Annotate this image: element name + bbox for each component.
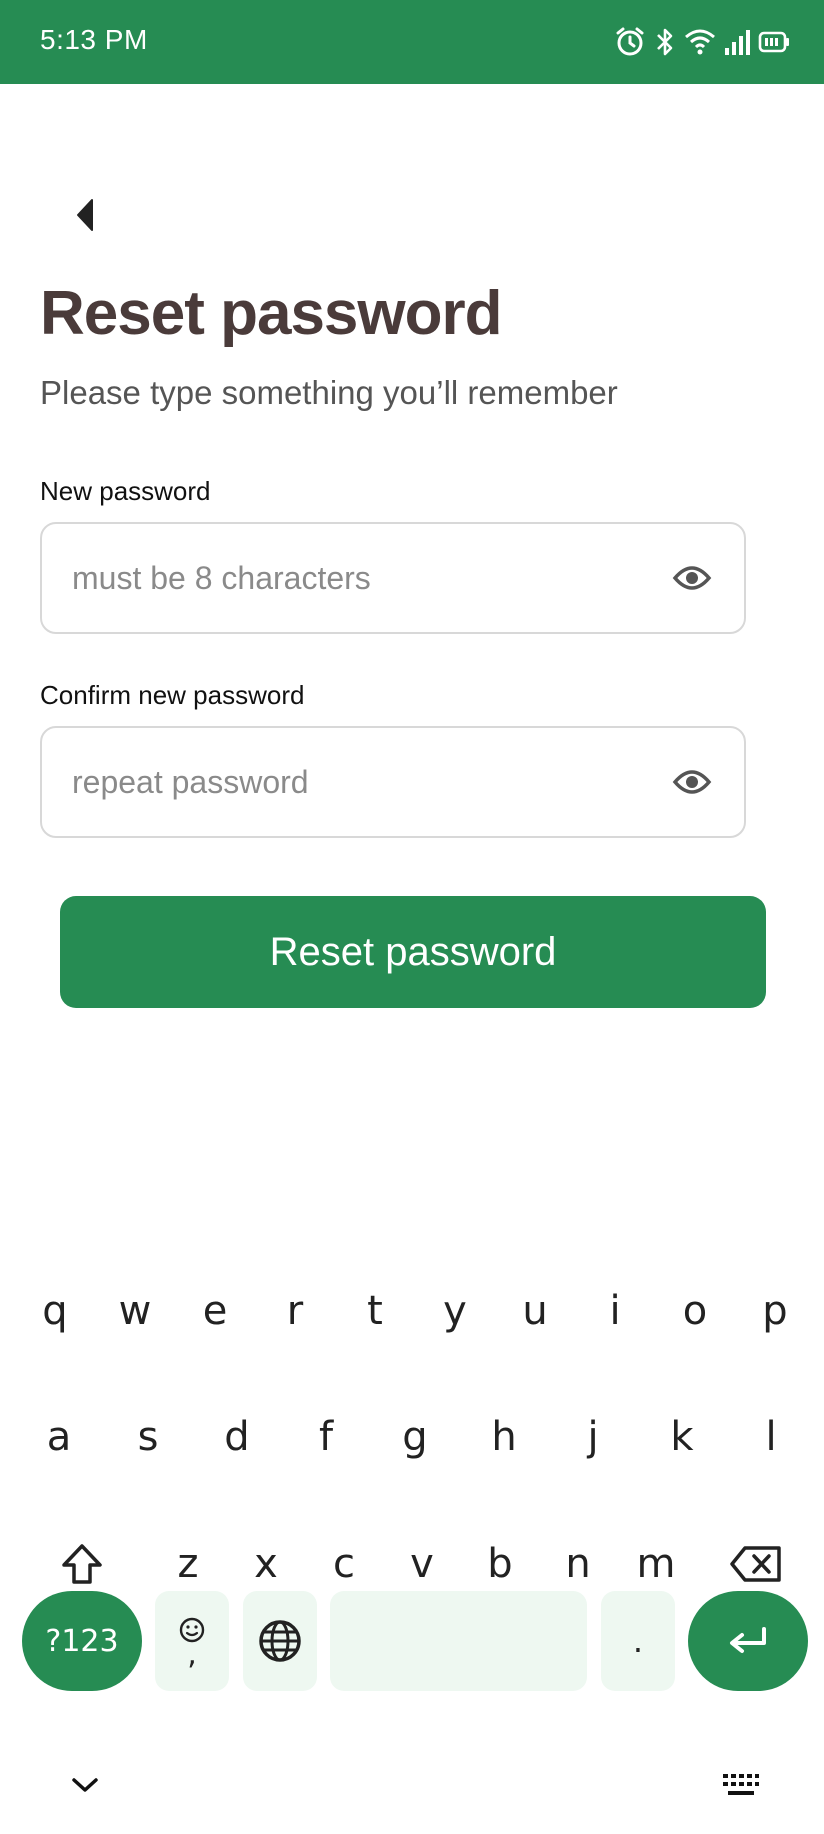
key-l[interactable]: l xyxy=(731,1387,811,1487)
key-j[interactable]: j xyxy=(553,1387,633,1487)
confirm-password-label: Confirm new password xyxy=(40,680,305,710)
keyboard-switch-button[interactable] xyxy=(716,1760,766,1810)
backspace-icon xyxy=(730,1546,781,1582)
battery-icon xyxy=(758,31,789,53)
symbols-key-label: ?123 xyxy=(45,1623,119,1659)
soft-keyboard: q w e r t y u i o p a s d f g h j k l z … xyxy=(0,1200,824,1834)
shift-icon xyxy=(62,1544,102,1584)
reset-password-button[interactable]: Reset password xyxy=(60,896,766,1008)
key-i[interactable]: i xyxy=(575,1261,655,1361)
enter-icon xyxy=(730,1627,766,1653)
status-time: 5:13 PM xyxy=(40,24,148,55)
eye-icon xyxy=(672,566,712,590)
show-confirm-password-toggle[interactable] xyxy=(672,764,712,800)
key-a[interactable]: a xyxy=(19,1387,99,1487)
key-u[interactable]: u xyxy=(495,1261,575,1361)
symbols-key[interactable]: ?123 xyxy=(22,1591,142,1691)
globe-icon xyxy=(259,1620,301,1662)
page-title: Reset password xyxy=(40,279,503,348)
key-r[interactable]: r xyxy=(255,1261,335,1361)
eye-icon xyxy=(672,770,712,794)
bluetooth-icon xyxy=(657,28,673,56)
key-h[interactable]: h xyxy=(464,1387,544,1487)
page-subtitle: Please type something you’ll remember xyxy=(40,374,618,411)
keyboard-switch-icon xyxy=(723,1774,759,1795)
period-label: . xyxy=(632,1622,644,1660)
key-g[interactable]: g xyxy=(375,1387,455,1487)
key-q[interactable]: q xyxy=(15,1261,95,1361)
key-s[interactable]: s xyxy=(108,1387,188,1487)
collapse-keyboard-button[interactable] xyxy=(60,1760,110,1810)
new-password-input[interactable] xyxy=(72,524,642,632)
show-new-password-toggle[interactable] xyxy=(672,560,712,596)
alarm-icon xyxy=(616,27,644,56)
wifi-icon xyxy=(685,29,715,55)
key-f[interactable]: f xyxy=(286,1387,366,1487)
enter-key[interactable] xyxy=(688,1591,808,1691)
back-arrow-icon xyxy=(77,199,93,231)
comma-label: , xyxy=(187,1637,197,1672)
key-t[interactable]: t xyxy=(335,1261,415,1361)
confirm-password-input[interactable] xyxy=(72,728,642,836)
key-w[interactable]: w xyxy=(95,1261,175,1361)
signal-icon xyxy=(725,30,750,55)
language-key[interactable] xyxy=(243,1591,317,1691)
status-icons xyxy=(614,24,790,60)
key-o[interactable]: o xyxy=(655,1261,735,1361)
status-bar: 5:13 PM xyxy=(0,0,824,84)
key-y[interactable]: y xyxy=(415,1261,495,1361)
key-d[interactable]: d xyxy=(197,1387,277,1487)
space-key[interactable] xyxy=(330,1591,587,1691)
back-button[interactable] xyxy=(60,190,110,240)
key-k[interactable]: k xyxy=(642,1387,722,1487)
new-password-field[interactable] xyxy=(40,522,746,634)
new-password-label: New password xyxy=(40,476,211,506)
key-p[interactable]: p xyxy=(735,1261,815,1361)
collapse-keyboard-icon xyxy=(72,1778,98,1792)
confirm-password-field[interactable] xyxy=(40,726,746,838)
emoji-comma-key[interactable]: , xyxy=(155,1591,229,1691)
key-e[interactable]: e xyxy=(175,1261,255,1361)
period-key[interactable]: . xyxy=(601,1591,675,1691)
